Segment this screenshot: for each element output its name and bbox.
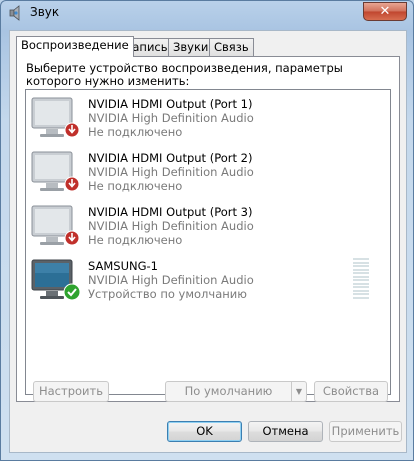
properties-button[interactable]: Свойства xyxy=(314,381,388,402)
device-driver: NVIDIA High Definition Audio xyxy=(88,165,254,179)
device-driver: NVIDIA High Definition Audio xyxy=(88,273,254,287)
tab-communications-label: Связь xyxy=(214,40,249,54)
chevron-down-icon[interactable]: ▼ xyxy=(291,382,306,401)
device-list[interactable]: NVIDIA HDMI Output (Port 1) NVIDIA High … xyxy=(25,89,391,395)
tab-communications[interactable]: Связь xyxy=(209,38,254,56)
device-name: SAMSUNG-1 xyxy=(88,259,158,273)
device-name: NVIDIA HDMI Output (Port 2) xyxy=(88,151,253,165)
instructions-text: Выберите устройство воспроизведения, пар… xyxy=(26,61,343,88)
device-name: NVIDIA HDMI Output (Port 3) xyxy=(88,205,253,219)
tab-playback-label: Воспроизведение xyxy=(21,38,129,52)
disconnected-badge-icon xyxy=(64,230,80,246)
tab-playback[interactable]: Воспроизведение xyxy=(16,36,134,57)
ok-label: OK xyxy=(196,424,213,438)
device-status: Не подключено xyxy=(88,125,183,139)
configure-label: Настроить xyxy=(38,384,103,398)
close-icon: ✕ xyxy=(379,4,391,19)
device-status: Не подключено xyxy=(88,179,183,193)
dialog-panel: Воспроизведение Запись Звуки Связь Выбер… xyxy=(9,30,407,453)
device-driver: NVIDIA High Definition Audio xyxy=(88,219,254,233)
default-check-icon xyxy=(63,283,81,301)
cancel-button[interactable]: Отмена xyxy=(248,421,323,442)
cancel-label: Отмена xyxy=(262,424,309,438)
monitor-icon xyxy=(31,259,81,301)
device-name: NVIDIA HDMI Output (Port 1) xyxy=(88,97,253,111)
device-driver: NVIDIA High Definition Audio xyxy=(88,111,254,125)
title-bar[interactable]: Звук ✕ xyxy=(1,1,413,25)
properties-label: Свойства xyxy=(322,384,380,398)
list-item[interactable]: NVIDIA HDMI Output (Port 2) NVIDIA High … xyxy=(26,148,390,200)
device-status: Устройство по умолчанию xyxy=(88,287,247,301)
ok-button[interactable]: OK xyxy=(167,421,242,442)
list-item[interactable]: NVIDIA HDMI Output (Port 1) NVIDIA High … xyxy=(26,94,390,146)
monitor-icon xyxy=(31,151,80,192)
window-title: Звук xyxy=(30,5,60,19)
device-status: Не подключено xyxy=(88,233,183,247)
list-item[interactable]: NVIDIA HDMI Output (Port 3) NVIDIA High … xyxy=(26,202,390,254)
apply-button[interactable]: Применить xyxy=(329,421,402,442)
list-item[interactable]: SAMSUNG-1 NVIDIA High Definition Audio У… xyxy=(26,256,390,308)
set-default-button[interactable]: По умолчанию ▼ xyxy=(165,381,307,402)
sound-dialog: Звук ✕ Воспроизведение Запись Звуки Связ… xyxy=(0,0,414,461)
apply-label: Применить xyxy=(331,424,400,438)
disconnected-badge-icon xyxy=(64,122,80,138)
close-button[interactable]: ✕ xyxy=(363,2,407,21)
monitor-icon xyxy=(31,205,80,246)
disconnected-badge-icon xyxy=(64,176,80,192)
speaker-icon xyxy=(9,5,20,21)
tab-sounds[interactable]: Звуки xyxy=(168,38,214,56)
volume-level-meter xyxy=(353,258,369,300)
tab-sounds-label: Звуки xyxy=(173,40,209,54)
configure-button[interactable]: Настроить xyxy=(33,381,109,402)
set-default-label: По умолчанию xyxy=(184,384,273,398)
monitor-icon xyxy=(31,97,80,138)
playback-tab-content: Выберите устройство воспроизведения, пар… xyxy=(16,56,400,402)
